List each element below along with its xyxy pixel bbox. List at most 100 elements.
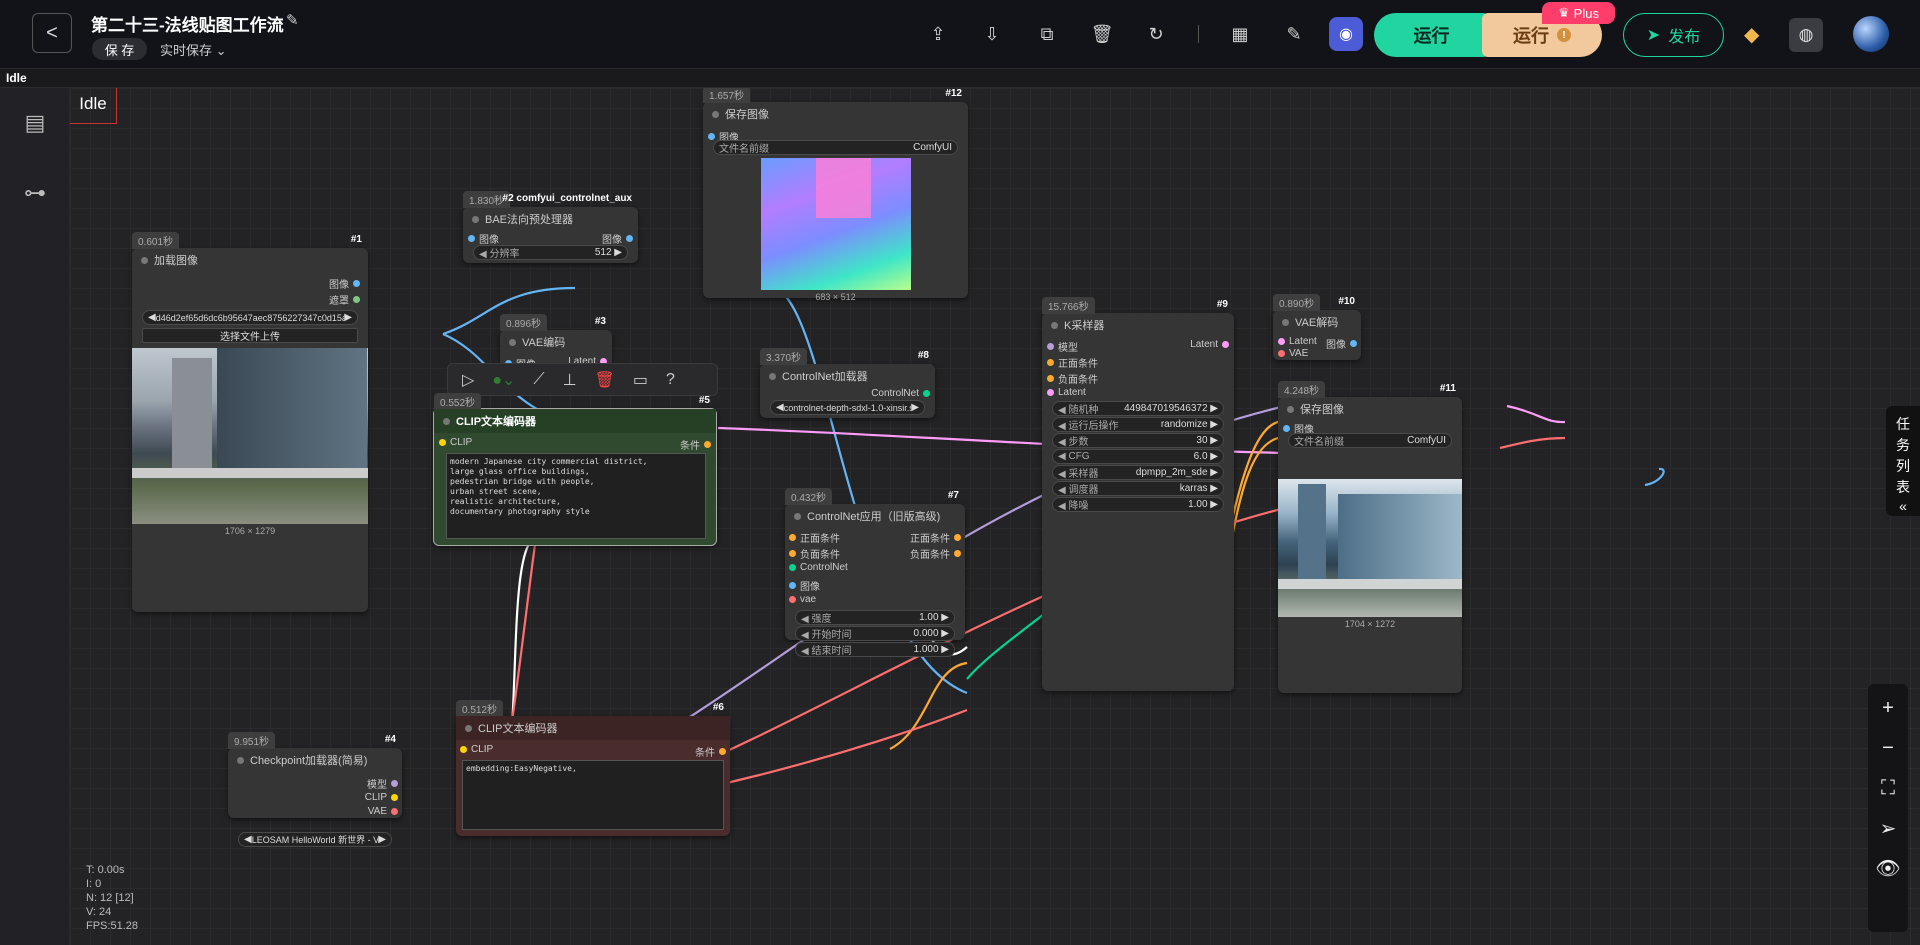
input-negative[interactable]: 负面条件: [789, 546, 840, 561]
scheduler-widget[interactable]: ◀ 调度器 karras ▶: [1052, 481, 1224, 496]
negative-prompt-textarea[interactable]: embedding:EasyNegative,: [462, 760, 724, 830]
sampler-widget[interactable]: ◀ 采样器 dpmpp_2m_sde ▶: [1052, 465, 1224, 480]
output-latent[interactable]: Latent: [1190, 339, 1229, 350]
input-vae[interactable]: VAE: [1278, 348, 1308, 359]
filename-prefix-widget[interactable]: 文件名前缀 ComfyUI: [713, 140, 958, 155]
input-clip[interactable]: CLIP: [460, 744, 493, 755]
node-save-image-11[interactable]: 4.248秒 #11 保存图像 图像 文件名前缀 ComfyUI 1704 × 1…: [1278, 381, 1462, 693]
fit-view-icon[interactable]: ⛶: [1868, 768, 1908, 808]
avatar[interactable]: [1853, 16, 1889, 52]
input-negative[interactable]: 负面条件: [1047, 371, 1098, 386]
delete-icon[interactable]: 🗑: [595, 370, 615, 390]
output-conditioning[interactable]: 条件: [680, 437, 711, 452]
cfg-widget[interactable]: ◀ CFG 6.0 ▶: [1052, 449, 1224, 464]
bypass-icon[interactable]: ⟋: [533, 371, 544, 389]
output-image[interactable]: 图像: [1326, 336, 1357, 351]
upload-button[interactable]: 选择文件上传: [142, 328, 358, 343]
grid-icon[interactable]: ▦: [1228, 22, 1252, 46]
input-model[interactable]: 模型: [1047, 339, 1078, 354]
node-load-image[interactable]: 0.601秒 #1 加载图像 图像 遮罩 ◀ d46d2ef65d6dc6b956…: [132, 232, 368, 612]
input-vae[interactable]: vae: [789, 594, 816, 605]
image-file-select[interactable]: ◀ d46d2ef65d6dc6b95647aec8756227347c0d15a…: [142, 310, 358, 325]
output-image[interactable]: 图像: [329, 276, 360, 291]
folder-icon[interactable]: ▭: [633, 370, 648, 390]
back-button[interactable]: <: [32, 13, 72, 53]
node-title[interactable]: Checkpoint加载器(简易): [228, 748, 402, 772]
checkpoint-model-select[interactable]: ◀ LEOSAM HelloWorld 新世界 - V ... ▶: [238, 832, 392, 847]
input-positive[interactable]: 正面条件: [1047, 355, 1098, 370]
zoom-out-icon[interactable]: −: [1868, 728, 1908, 768]
node-vae-decode[interactable]: 0.890秒 #10 VAE解码 Latent VAE 图像: [1273, 294, 1361, 360]
prompt-textarea[interactable]: modern Japanese city commercial district…: [446, 453, 706, 539]
node-checkpoint-loader[interactable]: 9.951秒 #4 Checkpoint加载器(简易) 模型 CLIP VAE: [228, 732, 402, 818]
input-latent[interactable]: Latent: [1278, 336, 1317, 347]
node-clip-positive[interactable]: 0.552秒 #5 CLIP文本编码器 CLIP 条件 modern Japan…: [433, 393, 717, 546]
controlnet-model-select[interactable]: ◀ controlnet-depth-sdxl-1.0-xinsir.s ... ▶: [770, 400, 925, 415]
node-title[interactable]: 保存图像: [703, 102, 968, 126]
refresh-icon[interactable]: ↻: [1144, 22, 1168, 46]
seed-widget[interactable]: ◀ 随机种 449847019546372 ▶: [1052, 401, 1224, 416]
node-controlnet-apply[interactable]: 0.432秒 #7 ControlNet应用（旧版高级) 正面条件 负面条件 C…: [785, 488, 965, 641]
color-picker-icon[interactable]: ●⌄: [492, 370, 515, 390]
output-negative[interactable]: 负面条件: [910, 546, 961, 561]
input-controlnet[interactable]: ControlNet: [789, 562, 848, 573]
node-bae-normal[interactable]: 1.830秒 #2 comfyui_controlnet_aux BAE法向预处…: [463, 191, 638, 263]
node-title[interactable]: VAE解码: [1273, 310, 1361, 334]
save-button[interactable]: 保 存: [92, 38, 147, 60]
start-percent-widget[interactable]: ◀ 开始时间 0.000 ▶: [795, 626, 955, 641]
input-positive[interactable]: 正面条件: [789, 530, 840, 545]
help-icon[interactable]: ?: [666, 371, 675, 389]
zoom-in-icon[interactable]: +: [1868, 688, 1908, 728]
eye-icon[interactable]: 👁: [1868, 848, 1908, 888]
run-button[interactable]: 运行: [1374, 13, 1489, 57]
strength-widget[interactable]: ◀ 强度 1.00 ▶: [795, 610, 955, 625]
node-ksampler[interactable]: 15.766秒 #9 K采样器 模型 正面条件 负面条件 Latent Late…: [1042, 297, 1234, 691]
note-edit-icon[interactable]: ✎: [1282, 22, 1306, 46]
node-title[interactable]: K采样器: [1042, 313, 1234, 337]
node-title[interactable]: CLIP文本编码器: [456, 716, 730, 740]
locate-icon[interactable]: ➢: [1868, 808, 1908, 848]
node-title[interactable]: VAE编码: [500, 330, 612, 354]
end-percent-widget[interactable]: ◀ 结束时间 1.000 ▶: [795, 642, 955, 657]
output-vae[interactable]: VAE: [368, 806, 398, 817]
play-icon[interactable]: ▷: [462, 370, 474, 390]
edit-title-icon[interactable]: ✎: [286, 11, 299, 29]
discord-icon[interactable]: ◉: [1329, 17, 1363, 51]
diamond-icon[interactable]: ◆: [1744, 22, 1759, 47]
output-conditioning[interactable]: 条件: [695, 744, 726, 759]
download-icon[interactable]: ⇩: [980, 22, 1004, 46]
output-mask[interactable]: 遮罩: [329, 292, 360, 307]
node-title[interactable]: 保存图像: [1278, 397, 1462, 421]
node-title[interactable]: ControlNet加载器: [760, 364, 935, 388]
input-image[interactable]: 图像: [789, 578, 820, 593]
resolution-widget[interactable]: ◀ 分辨率 512 ▶: [473, 245, 628, 260]
output-clip[interactable]: CLIP: [365, 792, 398, 803]
node-title[interactable]: CLIP文本编码器: [434, 409, 716, 433]
steps-widget[interactable]: ◀ 步数 30 ▶: [1052, 433, 1224, 448]
node-title[interactable]: BAE法向预处理器: [463, 207, 638, 231]
task-list-tab[interactable]: 任 务 列 表 «: [1886, 406, 1920, 516]
hierarchy-icon[interactable]: ⊶: [20, 178, 50, 208]
input-clip[interactable]: CLIP: [439, 437, 472, 448]
globe-icon[interactable]: ◍: [1789, 18, 1823, 52]
output-image[interactable]: 图像: [602, 231, 633, 246]
node-clip-negative[interactable]: 0.512秒 #6 CLIP文本编码器 CLIP 条件 embedding:Ea…: [456, 700, 730, 836]
upload-icon[interactable]: ⇪: [926, 22, 950, 46]
output-positive[interactable]: 正面条件: [910, 530, 961, 545]
denoise-widget[interactable]: ◀ 降噪 1.00 ▶: [1052, 497, 1224, 512]
control-after-generate-widget[interactable]: ◀ 运行后操作 randomize ▶: [1052, 417, 1224, 432]
document-icon[interactable]: ▤: [20, 108, 50, 138]
translate-icon[interactable]: ⧉: [1035, 22, 1059, 46]
node-title[interactable]: 加载图像: [132, 248, 368, 272]
node-save-image-12[interactable]: 1.657秒 #12 保存图像 图像 文件名前缀 ComfyUI 683 × 51…: [703, 88, 968, 302]
input-latent[interactable]: Latent: [1047, 387, 1086, 398]
node-canvas[interactable]: Idle 0.601秒 #1 加载图像 图像 遮罩 ◀ d46d2ef65d6d…: [70, 88, 1920, 945]
output-controlnet[interactable]: ControlNet: [871, 388, 930, 399]
autosave-dropdown[interactable]: 实时保存 ⌄: [160, 40, 227, 59]
publish-button[interactable]: ➤ 发布: [1623, 13, 1724, 57]
filename-prefix-widget[interactable]: 文件名前缀 ComfyUI: [1288, 433, 1452, 448]
output-model[interactable]: 模型: [367, 776, 398, 791]
input-image[interactable]: 图像: [468, 231, 499, 246]
pin-icon[interactable]: ⊥: [563, 370, 577, 390]
node-title[interactable]: ControlNet应用（旧版高级): [785, 504, 965, 528]
